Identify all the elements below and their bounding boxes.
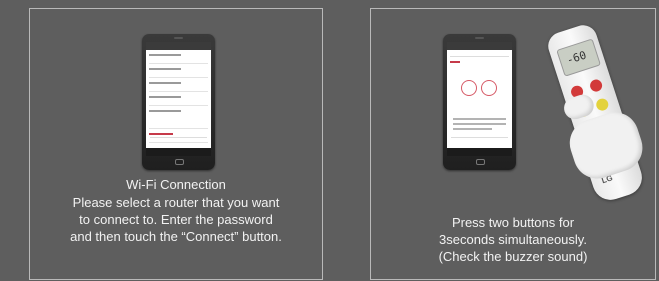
pairing-screen [447, 42, 512, 156]
instruction-line: Press two buttons for [451, 215, 575, 230]
wifi-list-screen [146, 42, 211, 156]
power-button-icon [588, 78, 604, 94]
step-tabs [450, 50, 509, 63]
instruction-text-line [453, 123, 506, 125]
instruction-line: Please select a router that you want [72, 195, 280, 210]
button-row [150, 137, 207, 151]
app-bar [146, 42, 211, 50]
instruction-line: to connect to. Enter the password [79, 212, 273, 227]
instruction-text-line [453, 118, 506, 120]
instruction-line: and then touch the “Connect” button. [70, 229, 282, 244]
button-circle-icon [481, 80, 497, 96]
list-item [149, 68, 208, 78]
wifi-connection-title: Wi-Fi Connection [29, 176, 323, 193]
list-item [149, 96, 208, 106]
instruction-line: (Check the buzzer sound) [438, 249, 588, 264]
instruction-text-line [453, 128, 492, 130]
list-item [149, 54, 208, 64]
button-row [451, 137, 508, 151]
button-circle-icon [461, 80, 477, 96]
remote-display-text: -60 [565, 48, 588, 68]
home-button [476, 159, 485, 165]
phone-camera [174, 37, 183, 39]
instruction-line: 3seconds simultaneously. [439, 232, 587, 247]
remote-display: -60 [556, 38, 602, 77]
nav-bar [146, 148, 211, 156]
list-item [149, 110, 208, 129]
phone-camera [475, 37, 484, 39]
phone-pairing-screen-image [443, 34, 516, 170]
card-title: Wi-Fi Connection [126, 177, 226, 192]
wifi-connection-instructions: Please select a router that you want to … [29, 194, 323, 245]
app-bar [447, 42, 512, 50]
list-item [149, 82, 208, 92]
home-button [175, 159, 184, 165]
remote-instructions: Press two buttons for 3seconds simultane… [370, 214, 656, 265]
phone-wifi-screen-image [142, 34, 215, 170]
yellow-button-icon [594, 97, 610, 113]
nav-bar [447, 148, 512, 156]
